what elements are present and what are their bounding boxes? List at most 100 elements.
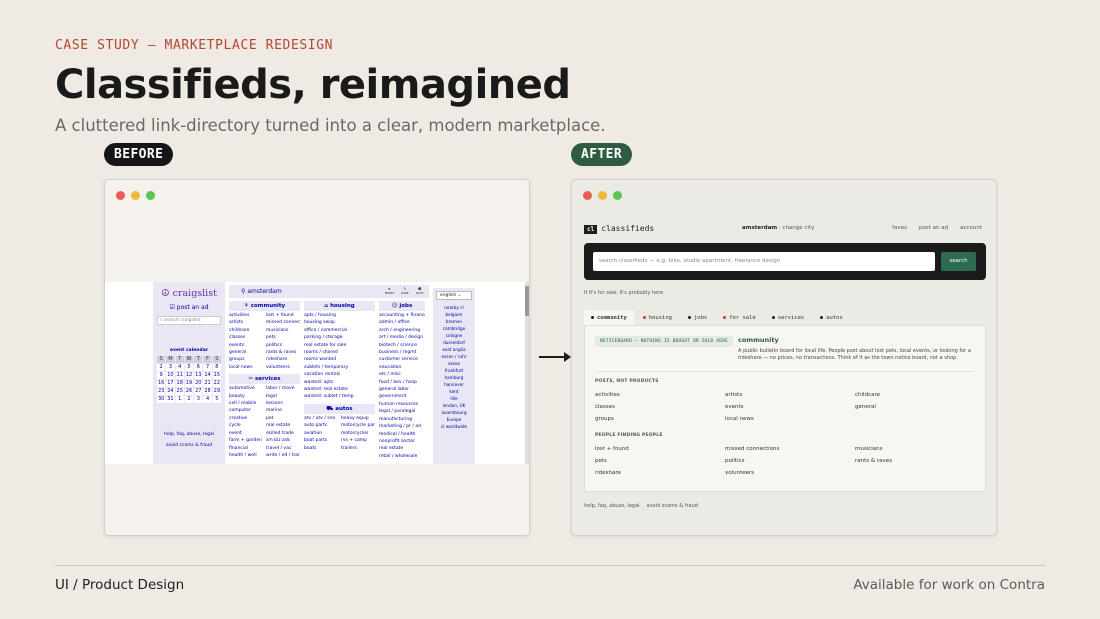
cl-link[interactable]: education bbox=[379, 364, 425, 371]
cl-link[interactable]: government bbox=[379, 393, 425, 400]
pen-icon[interactable]: ✎ post bbox=[401, 287, 409, 295]
nav-account[interactable]: account bbox=[960, 225, 982, 231]
calendar-day[interactable]: 8 bbox=[212, 364, 221, 371]
calendar-day[interactable]: 5 bbox=[184, 364, 194, 371]
calendar-day[interactable]: 7 bbox=[203, 364, 212, 371]
calendar-day[interactable]: 2 bbox=[184, 396, 194, 403]
calendar-day[interactable]: 27 bbox=[194, 388, 203, 395]
cl-nearby-link[interactable]: Europe bbox=[433, 416, 475, 423]
category-link[interactable]: politics bbox=[725, 458, 855, 464]
cl-nearby-link[interactable]: london, UK bbox=[433, 402, 475, 409]
cl-link[interactable]: general bbox=[229, 349, 263, 356]
af-city[interactable]: amsterdam · change city bbox=[742, 225, 814, 231]
cl-heading-services[interactable]: ✂ services bbox=[229, 374, 300, 385]
cl-footer-link-help[interactable]: help, faq, abuse, legal bbox=[153, 432, 225, 437]
cl-link[interactable]: retail / wholesale bbox=[379, 453, 425, 460]
cl-link[interactable]: atv / utv / sno bbox=[304, 415, 338, 422]
calendar-day[interactable]: 10 bbox=[166, 372, 175, 379]
category-link[interactable]: lost + found bbox=[595, 446, 725, 452]
cl-link[interactable]: missed connections bbox=[266, 319, 300, 326]
calendar-day[interactable]: 20 bbox=[194, 380, 203, 387]
calendar-day[interactable]: 5 bbox=[212, 396, 221, 403]
tab-3[interactable]: for sale bbox=[716, 310, 763, 326]
calendar-day[interactable]: 19 bbox=[184, 380, 194, 387]
cl-heading-housing[interactable]: ⌂ housing bbox=[304, 301, 375, 311]
cl-link[interactable]: childcare bbox=[229, 327, 263, 334]
category-link[interactable]: musicians bbox=[855, 446, 975, 452]
cl-link[interactable]: auto parts bbox=[304, 422, 338, 429]
cl-link[interactable]: health / well bbox=[229, 452, 263, 459]
calendar-day[interactable]: 29 bbox=[212, 388, 221, 395]
cl-link[interactable]: creative bbox=[229, 415, 263, 422]
cl-link[interactable]: rooms wanted bbox=[304, 356, 375, 363]
category-link[interactable]: volunteers bbox=[725, 470, 855, 476]
category-link[interactable]: groups bbox=[595, 416, 725, 422]
cl-link[interactable]: musicians bbox=[266, 327, 300, 334]
category-link[interactable]: childcare bbox=[855, 392, 975, 398]
cl-link[interactable]: real estate for sale bbox=[304, 342, 375, 349]
category-link[interactable]: local news bbox=[725, 416, 855, 422]
calendar-day[interactable]: 4 bbox=[175, 364, 184, 371]
cl-nearby-link[interactable]: dusseldorf bbox=[433, 339, 475, 346]
footer-link-help[interactable]: help, faq, abuse, legal bbox=[584, 503, 640, 509]
cl-link[interactable]: customer service bbox=[379, 356, 425, 363]
cl-heading-jobs[interactable]: ☺ jobs bbox=[379, 301, 425, 311]
calendar-day[interactable]: 13 bbox=[194, 372, 203, 379]
calendar-day[interactable]: 28 bbox=[203, 388, 212, 395]
category-link[interactable]: activities bbox=[595, 392, 725, 398]
cl-link[interactable]: aviation bbox=[304, 430, 338, 437]
calendar-day[interactable]: 1 bbox=[175, 396, 184, 403]
cl-link[interactable]: wanted: sublet / temp bbox=[304, 393, 375, 400]
cl-link[interactable]: lessons bbox=[266, 400, 300, 407]
cl-nearby-link[interactable]: cl worldwide bbox=[433, 423, 475, 430]
cl-link[interactable]: housing swap bbox=[304, 319, 375, 326]
cl-link[interactable]: motorcycle parts bbox=[341, 422, 375, 429]
category-link[interactable]: missed connections bbox=[725, 446, 855, 452]
cl-nearby-link[interactable]: hamburg bbox=[433, 374, 475, 381]
category-link[interactable]: rideshare bbox=[595, 470, 725, 476]
cl-nearby-link[interactable]: east anglia bbox=[433, 346, 475, 353]
cl-nearby-link[interactable]: cambridge bbox=[433, 325, 475, 332]
cl-nearby-link[interactable]: frankfurt bbox=[433, 367, 475, 374]
cl-link[interactable]: artists bbox=[229, 319, 263, 326]
cl-link[interactable]: wanted: real estate bbox=[304, 386, 375, 393]
search-button[interactable]: search bbox=[941, 252, 976, 271]
cl-search-input[interactable]: ⌕ search craigslist bbox=[157, 316, 221, 325]
cl-link[interactable]: pet bbox=[266, 415, 300, 422]
scrollbar-thumb[interactable] bbox=[525, 286, 529, 316]
tab-5[interactable]: autos bbox=[813, 310, 850, 326]
person-icon[interactable]: ☻ acct bbox=[416, 287, 423, 295]
calendar-day[interactable]: 9 bbox=[157, 372, 166, 379]
cl-link[interactable]: manufacturing bbox=[379, 416, 425, 423]
cl-nearby-link[interactable]: essex bbox=[433, 360, 475, 367]
change-city-link[interactable]: · change city bbox=[779, 225, 814, 231]
cl-link[interactable]: art / media / design bbox=[379, 334, 425, 341]
calendar-day[interactable]: 3 bbox=[166, 364, 175, 371]
cl-link[interactable]: marine bbox=[266, 407, 300, 414]
tab-4[interactable]: services bbox=[765, 310, 812, 326]
cl-nearby-link[interactable]: bremen bbox=[433, 318, 475, 325]
cl-link[interactable]: arch / engineering bbox=[379, 327, 425, 334]
category-link[interactable]: classes bbox=[595, 404, 725, 410]
tab-2[interactable]: jobs bbox=[681, 310, 714, 326]
nav-post-ad[interactable]: post an ad bbox=[919, 225, 948, 231]
cl-link[interactable]: marketing / pr / ad bbox=[379, 423, 425, 430]
cl-link[interactable]: vacation rentals bbox=[304, 371, 375, 378]
cl-link[interactable]: volunteers bbox=[266, 364, 300, 371]
calendar-day[interactable]: 16 bbox=[157, 380, 166, 387]
nav-faves[interactable]: faves bbox=[892, 225, 907, 231]
af-logo[interactable]: cl classifieds bbox=[584, 224, 654, 234]
cl-logo[interactable]: ☮ craigslist bbox=[153, 288, 225, 299]
footer-link-scams[interactable]: avoid scams & fraud bbox=[647, 503, 698, 509]
cl-post-ad-link[interactable]: ☑ post an ad bbox=[153, 304, 225, 311]
cl-link[interactable]: boats bbox=[304, 445, 338, 452]
cl-link[interactable]: farm + garden bbox=[229, 437, 263, 444]
scrollbar[interactable] bbox=[525, 282, 529, 464]
cl-link[interactable]: beauty bbox=[229, 393, 263, 400]
cl-link[interactable]: classes bbox=[229, 334, 263, 341]
cl-link[interactable]: rants & raves bbox=[266, 349, 300, 356]
calendar-day[interactable]: 24 bbox=[166, 388, 175, 395]
cl-link[interactable]: events bbox=[229, 342, 263, 349]
cl-link[interactable]: cell / mobile bbox=[229, 400, 263, 407]
cl-heading-community[interactable]: ⚘ community bbox=[229, 301, 300, 311]
